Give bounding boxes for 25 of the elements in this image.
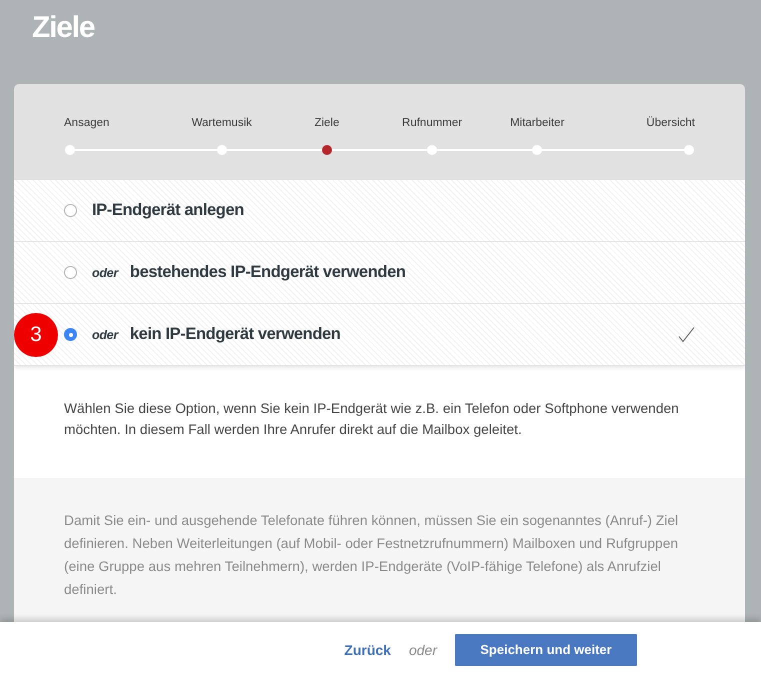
option-prefix: oder xyxy=(92,328,118,342)
separator-text: oder xyxy=(408,642,437,658)
number-badge: 3 xyxy=(14,312,58,356)
radio-button[interactable] xyxy=(64,204,77,217)
radio-button[interactable] xyxy=(64,328,77,341)
description-text: Wählen Sie diese Option, wenn Sie kein IP-Endgerät wie z.B. ein Telefon oder Softphone verwenden möchten. In diesem Fall werden Ihre Anrufer direkt auf die Mailbox geleitet. xyxy=(64,400,680,439)
info-text: Damit Sie ein- und ausgehende Telefonate führen können, müssen Sie ein sogenanntes (Anruf-) Ziel definieren. Neben Weiterleitungen (auf Mobil- oder Festnetzrufnummern) Mailboxen und Rufgruppen (eine Gruppe aus mehren Teilnehmern), werden IP-Endgeräte (VoIP-fähige Telefone) als Anrufziel definiert. xyxy=(64,512,680,599)
option-label: bestehendes IP-Endgerät verwenden xyxy=(130,263,406,282)
option-prefix: oder xyxy=(92,266,118,280)
option-row[interactable]: IP-Endgerät anlegen xyxy=(14,180,745,242)
page-title: Ziele xyxy=(32,10,94,46)
step-label: Wartemusik xyxy=(192,116,252,131)
step-label: Ansagen xyxy=(64,116,110,131)
step-label: Rufnummer xyxy=(402,116,462,131)
save-continue-button[interactable]: Speichern und weiter xyxy=(455,634,637,666)
back-link[interactable]: Zurück xyxy=(344,642,391,658)
step-label: Mitarbeiter xyxy=(510,116,564,131)
option-label: kein IP-Endgerät verwenden xyxy=(130,325,340,344)
step-label: Übersicht xyxy=(646,115,695,131)
check-icon xyxy=(678,326,695,343)
option-label: IP-Endgerät anlegen xyxy=(92,201,244,220)
radio-button[interactable] xyxy=(64,266,77,279)
option-row[interactable]: 3 oder kein IP-Endgerät verwenden xyxy=(14,304,745,366)
option-row[interactable]: oder bestehendes IP-Endgerät verwenden xyxy=(14,242,745,304)
step-label: Ziele xyxy=(314,116,340,131)
